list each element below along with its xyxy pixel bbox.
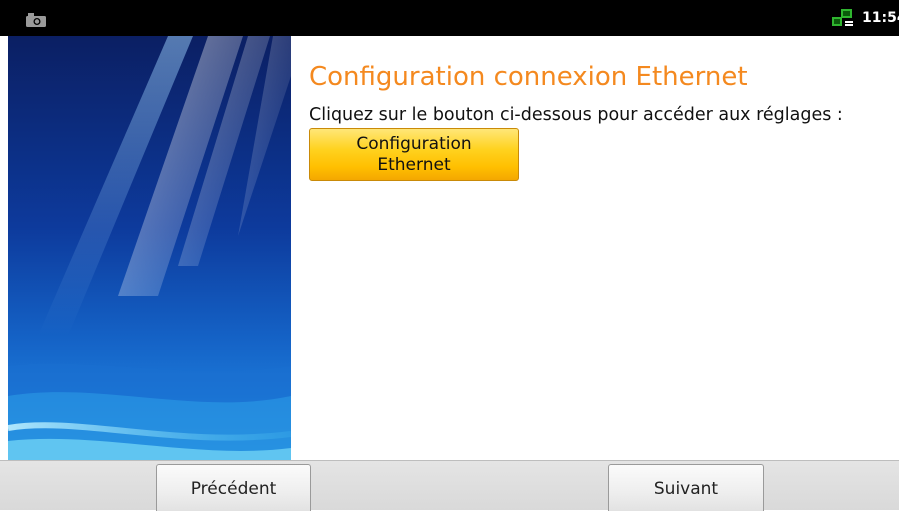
camera-icon — [26, 12, 46, 27]
side-panel-decor-image — [8, 36, 291, 460]
bottom-navigation-bar: Précédent Suivant — [0, 460, 899, 511]
status-clock: 11:54 — [862, 10, 899, 26]
ethernet-configuration-button[interactable]: Configuration Ethernet — [309, 128, 519, 181]
previous-button[interactable]: Précédent — [156, 464, 311, 511]
instruction-text: Cliquez sur le bouton ci-dessous pour ac… — [309, 105, 843, 125]
page-title: Configuration connexion Ethernet — [309, 62, 748, 92]
previous-button-label: Précédent — [190, 479, 277, 499]
next-button-label: Suivant — [653, 479, 719, 499]
network-icon — [832, 8, 854, 28]
left-gutter — [0, 36, 8, 460]
ethernet-configuration-button-label: Configuration Ethernet — [356, 133, 472, 175]
status-area-right: 11:54 — [832, 6, 899, 30]
next-button[interactable]: Suivant — [608, 464, 764, 511]
status-bar: 11:54 — [0, 0, 899, 36]
